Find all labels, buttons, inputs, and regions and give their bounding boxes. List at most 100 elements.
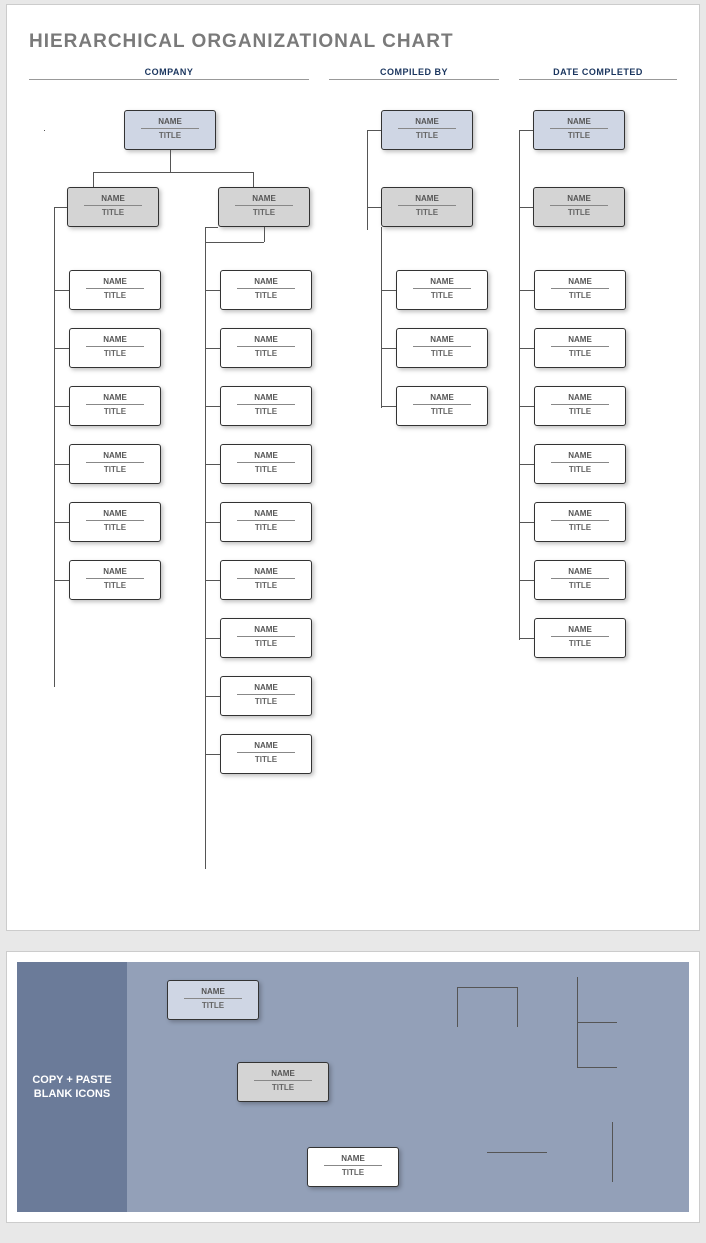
node-name: NAME [141,117,199,129]
node-title: TITLE [541,639,619,648]
org-chart: NAME TITLE NAME TITLE NAME TITLE [29,110,677,890]
node-title: TITLE [227,755,305,764]
leaf-node[interactable]: NAME TITLE [220,270,312,310]
node-name: NAME [237,625,295,637]
node-title: TITLE [244,1083,322,1092]
node-name: NAME [237,683,295,695]
panel-samples: NAME TITLE NAME TITLE NAME TITLE [127,962,689,1212]
leaf-node[interactable]: NAME TITLE [534,444,626,484]
field-company[interactable]: COMPANY [29,67,309,80]
node-title: TITLE [541,407,619,416]
leaf-node[interactable]: NAME TITLE [220,618,312,658]
leaf-node[interactable]: NAME TITLE [534,270,626,310]
node-name: NAME [237,741,295,753]
root-node-1[interactable]: NAME TITLE [124,110,216,150]
node-title: TITLE [541,291,619,300]
leaf-node[interactable]: NAME TITLE [69,328,161,368]
leaf-node[interactable]: NAME TITLE [69,444,161,484]
sample-connector[interactable] [612,1122,613,1182]
node-title: TITLE [76,581,154,590]
node-title: TITLE [227,465,305,474]
node-name: NAME [551,567,609,579]
manager-node[interactable]: NAME TITLE [381,187,473,227]
node-title: TITLE [76,465,154,474]
sample-root-node[interactable]: NAME TITLE [167,980,259,1020]
leaf-node[interactable]: NAME TITLE [534,502,626,542]
node-name: NAME [551,335,609,347]
node-name: NAME [237,335,295,347]
leaf-node[interactable]: NAME TITLE [534,560,626,600]
node-title: TITLE [540,208,618,217]
node-name: NAME [237,509,295,521]
leaf-node[interactable]: NAME TITLE [220,734,312,774]
node-name: NAME [237,393,295,405]
leaf-node[interactable]: NAME TITLE [534,328,626,368]
node-title: TITLE [541,581,619,590]
leaf-node[interactable]: NAME TITLE [220,444,312,484]
leaf-node[interactable]: NAME TITLE [220,502,312,542]
node-title: TITLE [541,465,619,474]
node-title: TITLE [403,407,481,416]
node-name: NAME [237,451,295,463]
node-title: TITLE [403,349,481,358]
node-name: NAME [398,194,456,206]
leaf-node[interactable]: NAME TITLE [69,560,161,600]
sample-connector[interactable] [487,1152,547,1153]
manager-node[interactable]: NAME TITLE [218,187,310,227]
node-name: NAME [551,625,609,637]
node-name: NAME [398,117,456,129]
node-title: TITLE [227,349,305,358]
node-name: NAME [86,393,144,405]
manager-node[interactable]: NAME TITLE [67,187,159,227]
node-name: NAME [86,277,144,289]
leaf-node[interactable]: NAME TITLE [220,386,312,426]
node-title: TITLE [76,407,154,416]
leaf-node[interactable]: NAME TITLE [534,386,626,426]
node-title: TITLE [227,407,305,416]
node-title: TITLE [174,1001,252,1010]
node-name: NAME [86,335,144,347]
node-title: TITLE [540,131,618,140]
sample-connector[interactable] [457,987,517,988]
node-title: TITLE [541,523,619,532]
header-fields: COMPANY COMPILED BY DATE COMPLETED [29,67,677,80]
sample-leaf-node[interactable]: NAME TITLE [307,1147,399,1187]
sample-connector[interactable] [577,1022,617,1023]
leaf-node[interactable]: NAME TITLE [396,386,488,426]
leaf-node[interactable]: NAME TITLE [69,386,161,426]
field-compiled-by[interactable]: COMPILED BY [329,67,499,80]
node-name: NAME [551,451,609,463]
node-title: TITLE [388,208,466,217]
field-date-completed[interactable]: DATE COMPLETED [519,67,677,80]
leaf-node[interactable]: NAME TITLE [534,618,626,658]
node-name: NAME [413,277,471,289]
node-title: TITLE [541,349,619,358]
node-name: NAME [413,335,471,347]
node-title: TITLE [76,291,154,300]
node-title: TITLE [227,639,305,648]
sample-connector[interactable] [517,987,518,1027]
copy-paste-panel: COPY + PASTE BLANK ICONS NAME TITLE NAME… [17,962,689,1212]
root-node-3[interactable]: NAME TITLE [381,110,473,150]
node-name: NAME [86,567,144,579]
manager-node[interactable]: NAME TITLE [533,187,625,227]
node-name: NAME [235,194,293,206]
sample-connector[interactable] [457,987,458,1027]
leaf-node[interactable]: NAME TITLE [69,502,161,542]
node-name: NAME [413,393,471,405]
leaf-node[interactable]: NAME TITLE [220,676,312,716]
node-name: NAME [237,277,295,289]
node-name: NAME [550,117,608,129]
leaf-node[interactable]: NAME TITLE [69,270,161,310]
leaf-node[interactable]: NAME TITLE [220,328,312,368]
sample-manager-node[interactable]: NAME TITLE [237,1062,329,1102]
node-name: NAME [551,393,609,405]
leaf-node[interactable]: NAME TITLE [396,328,488,368]
leaf-node[interactable]: NAME TITLE [220,560,312,600]
node-name: NAME [550,194,608,206]
sample-connector[interactable] [577,1067,617,1068]
node-name: NAME [86,451,144,463]
leaf-node[interactable]: NAME TITLE [396,270,488,310]
root-node-4[interactable]: NAME TITLE [533,110,625,150]
page-title: HIERARCHICAL ORGANIZATIONAL CHART [29,31,677,53]
